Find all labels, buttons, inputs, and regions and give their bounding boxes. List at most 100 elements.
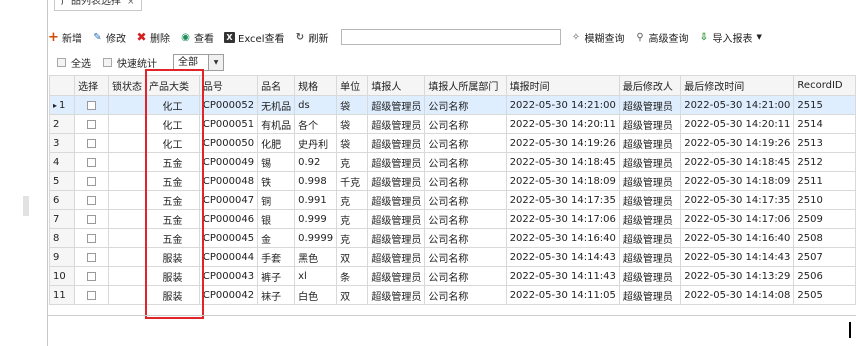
cell-mtime[interactable]: 2022-05-30 14:18:45 <box>680 152 795 172</box>
row-checkbox[interactable] <box>87 214 97 224</box>
cell-dept[interactable]: 公司名称 <box>424 152 507 172</box>
cell-mtime[interactable]: 2022-05-30 14:13:29 <box>680 266 795 286</box>
cell-category[interactable]: 五金 <box>145 190 200 210</box>
cell-code[interactable]: CP000045 <box>198 228 259 248</box>
cell-reporter[interactable]: 超级管理员 <box>367 228 426 248</box>
cell-name[interactable]: 有机品 <box>257 114 296 134</box>
cell-select[interactable] <box>74 95 110 115</box>
cell-select[interactable] <box>74 133 110 153</box>
cell-time[interactable]: 2022-05-30 14:16:40 <box>505 228 620 248</box>
cell-spec[interactable]: 0.999 <box>294 209 338 229</box>
cell-mtime[interactable]: 2022-05-30 14:14:08 <box>680 285 795 305</box>
cell-spec[interactable]: xl <box>294 266 338 286</box>
cell-mtime[interactable]: 2022-05-30 14:21:00 <box>680 95 795 115</box>
splitter-handle[interactable] <box>23 196 29 216</box>
cell-reporter[interactable]: 超级管理员 <box>367 190 426 210</box>
row-checkbox[interactable] <box>87 233 97 243</box>
cell-dept[interactable]: 公司名称 <box>424 171 507 191</box>
row-index[interactable]: 6 <box>48 190 76 210</box>
cell-code[interactable]: CP000046 <box>198 209 259 229</box>
cell-unit[interactable]: 袋 <box>336 95 369 115</box>
row-index[interactable]: 8 <box>48 228 76 248</box>
scope-select[interactable]: 全部 ▼ <box>173 53 224 71</box>
cell-reporter[interactable]: 超级管理员 <box>367 95 426 115</box>
cell-unit[interactable]: 袋 <box>336 114 369 134</box>
cell-recordid[interactable]: 2514 <box>793 114 856 134</box>
col-header-category[interactable]: 产品大类 <box>145 75 200 96</box>
cell-code[interactable]: CP000044 <box>198 247 259 267</box>
cell-unit[interactable]: 克 <box>336 209 369 229</box>
quick-stats-checkbox[interactable]: 快速统计 <box>103 55 157 70</box>
cell-category[interactable]: 五金 <box>145 171 200 191</box>
cell-dept[interactable]: 公司名称 <box>424 247 507 267</box>
cell-dept[interactable]: 公司名称 <box>424 228 507 248</box>
cell-time[interactable]: 2022-05-30 14:18:09 <box>505 171 620 191</box>
cell-reporter[interactable]: 超级管理员 <box>367 133 426 153</box>
cell-recordid[interactable]: 2506 <box>793 266 856 286</box>
col-header-name[interactable]: 品名 <box>257 75 296 96</box>
cell-category[interactable]: 五金 <box>145 152 200 172</box>
table-row[interactable]: 3 化工 CP000050 化肥 史丹利袋超级管理员 公司名称 2022-05-30 14:… <box>48 133 856 153</box>
cell-spec[interactable]: ds <box>294 95 338 115</box>
checkbox-box[interactable] <box>57 57 66 67</box>
cell-code[interactable]: CP000048 <box>198 171 259 191</box>
cell-recordid[interactable]: 2511 <box>793 171 856 191</box>
row-checkbox[interactable] <box>87 271 97 281</box>
row-checkbox[interactable] <box>87 157 97 167</box>
row-checkbox[interactable] <box>87 290 97 300</box>
cell-dept[interactable]: 公司名称 <box>424 114 507 134</box>
cell-mtime[interactable]: 2022-05-30 14:18:09 <box>680 171 795 191</box>
cell-modifier[interactable]: 超级管理员 <box>618 152 682 172</box>
row-index[interactable]: 5 <box>48 171 76 191</box>
cell-code[interactable]: CP000049 <box>198 152 259 172</box>
cell-unit[interactable]: 千克 <box>336 171 369 191</box>
col-header-lock[interactable]: 锁状态 <box>108 75 147 96</box>
import-report-button[interactable]: ⇩ 导入报表 ▼ <box>699 28 762 46</box>
cell-time[interactable]: 2022-05-30 14:17:35 <box>505 190 620 210</box>
cell-code[interactable]: CP000051 <box>198 114 259 134</box>
col-header-dept[interactable]: 填报人所属部门 <box>424 75 507 96</box>
cell-time[interactable]: 2022-05-30 14:11:43 <box>505 266 620 286</box>
cell-spec[interactable]: 白色 <box>294 285 338 305</box>
cell-time[interactable]: 2022-05-30 14:19:26 <box>505 133 620 153</box>
table-row[interactable]: 2 化工 CP000051 有机品 各个袋超级管理员 公司名称 2022-05-30 14:… <box>48 114 856 134</box>
cell-dept[interactable]: 公司名称 <box>424 133 507 153</box>
col-header-time[interactable]: 填报时间 <box>505 75 620 96</box>
cell-modifier[interactable]: 超级管理员 <box>618 171 682 191</box>
cell-name[interactable]: 无机品 <box>257 95 296 115</box>
tab-product-list[interactable]: 产品列表选择 × <box>54 0 142 11</box>
cell-modifier[interactable]: 超级管理员 <box>618 228 682 248</box>
cell-mtime[interactable]: 2022-05-30 14:17:06 <box>680 209 795 229</box>
delete-button[interactable]: ✖ 删除 <box>136 28 170 46</box>
table-row[interactable]: 5 五金 CP000048 铁 0.998 千克 超级管理员 公司名称 2022-05-30 1… <box>48 171 856 191</box>
table-row[interactable]: 10 服装 CP000043 裤子 xl 条超级管理员 公司名称 2022-05-30 14:… <box>48 266 856 286</box>
cell-select[interactable] <box>74 228 110 248</box>
cell-unit[interactable]: 克 <box>336 152 369 172</box>
cell-spec[interactable]: 0.991 <box>294 190 338 210</box>
row-index[interactable]: 10 <box>48 266 76 286</box>
col-header-modifier[interactable]: 最后修改人 <box>618 75 682 96</box>
cell-unit[interactable]: 克 <box>336 190 369 210</box>
cell-modifier[interactable]: 超级管理员 <box>618 209 682 229</box>
cell-mtime[interactable]: 2022-05-30 14:14:43 <box>680 247 795 267</box>
cell-reporter[interactable]: 超级管理员 <box>367 247 426 267</box>
cell-modifier[interactable]: 超级管理员 <box>618 285 682 305</box>
cell-time[interactable]: 2022-05-30 14:11:05 <box>505 285 620 305</box>
table-row[interactable]: 8 五金 CP000045 金 0.9999 克超级管理员 公司名称 2022-05-30 1… <box>48 228 856 248</box>
cell-recordid[interactable]: 2512 <box>793 152 856 172</box>
col-header-mtime[interactable]: 最后修改时间 <box>680 75 795 96</box>
cell-code[interactable]: CP000043 <box>198 266 259 286</box>
checkbox-box[interactable] <box>103 57 112 67</box>
cell-spec[interactable]: 0.9999 <box>294 228 338 248</box>
cell-mtime[interactable]: 2022-05-30 14:17:35 <box>680 190 795 210</box>
row-index[interactable]: 4 <box>48 152 76 172</box>
col-header-code[interactable]: 品号 <box>198 75 259 96</box>
cell-spec[interactable]: 各个 <box>294 114 338 134</box>
row-index[interactable]: 7 <box>48 209 76 229</box>
cell-time[interactable]: 2022-05-30 14:17:06 <box>505 209 620 229</box>
cell-dept[interactable]: 公司名称 <box>424 95 507 115</box>
row-index[interactable]: 3 <box>48 133 76 153</box>
cell-mtime[interactable]: 2022-05-30 14:16:40 <box>680 228 795 248</box>
select-all-checkbox[interactable]: 全选 <box>57 55 91 70</box>
cell-select[interactable] <box>74 171 110 191</box>
